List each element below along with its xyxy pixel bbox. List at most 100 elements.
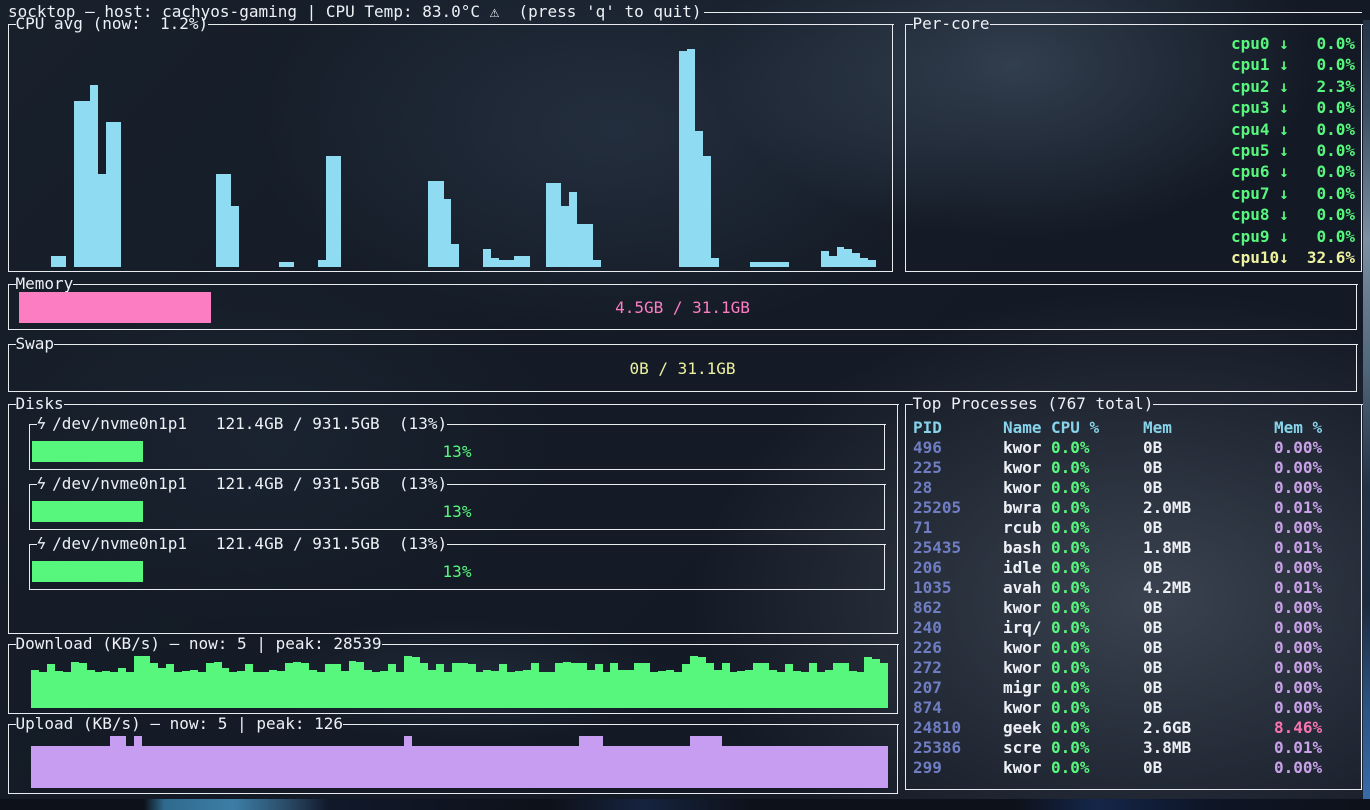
- bar: [428, 746, 436, 788]
- bar: [722, 663, 730, 708]
- bar: [285, 746, 293, 788]
- upload-panel: Upload (KB/s) — now: 5 | peak: 126: [8, 724, 898, 794]
- column-header: PID: [913, 418, 1003, 438]
- bar: [174, 746, 182, 788]
- process-row: 25386scre0.0%3.8MB0.01%: [913, 738, 1355, 758]
- swap-gauge: 0B / 31.1GB: [19, 352, 1346, 385]
- bar: [522, 256, 530, 267]
- process-cell: 0B: [1143, 698, 1274, 718]
- process-cell: 0.0%: [1051, 738, 1143, 758]
- disk-title: /dev/nvme0n1p1 121.4GB / 931.5GB (13%): [52, 414, 447, 434]
- bar: [658, 671, 666, 708]
- disk-percent-label: 13%: [30, 501, 884, 522]
- terminal-screen: socktop — host: cachyos-gaming | CPU Tem…: [0, 0, 1370, 810]
- bar: [785, 664, 793, 708]
- bar: [460, 663, 468, 708]
- bar: [412, 657, 420, 708]
- bar: [698, 736, 706, 788]
- bar: [825, 670, 833, 708]
- bar: [761, 663, 769, 708]
- process-cell: 0.01%: [1274, 498, 1355, 518]
- bar: [539, 672, 547, 708]
- core-row: cpu1 ↓0.0%: [911, 55, 1355, 74]
- bar: [87, 746, 95, 788]
- bar: [730, 672, 738, 708]
- bar: [279, 262, 287, 267]
- core-row: cpu2 ↓2.3%: [911, 77, 1355, 96]
- core-row: cpu7 ↓0.0%: [911, 184, 1355, 203]
- bar: [190, 670, 198, 708]
- process-cell: 28: [913, 478, 1003, 498]
- bar: [309, 670, 317, 708]
- bar: [650, 672, 658, 708]
- lightning-icon: ϟ: [37, 534, 53, 554]
- process-cell: 0.0%: [1051, 658, 1143, 678]
- core-label: cpu9 ↓: [1231, 227, 1297, 246]
- core-row: cpu8 ↓0.0%: [911, 205, 1355, 224]
- process-cell: kwor: [1003, 638, 1051, 658]
- bar: [102, 746, 110, 788]
- bar: [95, 672, 103, 708]
- bar: [793, 746, 801, 788]
- process-cell: 0.0%: [1051, 678, 1143, 698]
- bar: [507, 672, 515, 708]
- process-cell: 0.00%: [1274, 698, 1355, 718]
- bar: [372, 672, 380, 708]
- bar: [642, 746, 650, 788]
- bar: [690, 656, 698, 708]
- core-percent: 0.0%: [1297, 141, 1355, 160]
- bar: [857, 746, 865, 788]
- bar: [79, 746, 87, 788]
- bar: [253, 746, 261, 788]
- bar: [110, 672, 118, 708]
- bar: [539, 746, 547, 788]
- process-cell: 0.00%: [1274, 758, 1355, 778]
- bar: [134, 736, 142, 788]
- bar: [333, 746, 341, 788]
- bar: [261, 746, 269, 788]
- core-row: cpu4 ↓0.0%: [911, 120, 1355, 139]
- process-cell: kwor: [1003, 758, 1051, 778]
- bar: [666, 670, 674, 708]
- bar: [547, 672, 555, 708]
- bar: [714, 670, 722, 708]
- bar: [595, 736, 603, 788]
- bar: [753, 746, 761, 788]
- bar: [837, 247, 845, 267]
- process-cell: 24810: [913, 718, 1003, 738]
- bar: [237, 671, 245, 708]
- core-usage-sparkline: [911, 55, 1227, 74]
- core-usage-sparkline: [911, 248, 1227, 267]
- bar: [428, 670, 436, 708]
- bar: [714, 736, 722, 788]
- bar: [71, 662, 79, 708]
- bar: [476, 672, 484, 708]
- process-cell: 496: [913, 438, 1003, 458]
- bar: [229, 672, 237, 708]
- core-label: cpu3 ↓: [1231, 98, 1297, 117]
- memory-gauge: 4.5GB / 31.1GB: [19, 292, 1346, 323]
- disk-item: ϟ/dev/nvme0n1p1 121.4GB / 931.5GB (13%)1…: [29, 544, 885, 590]
- bar: [190, 746, 198, 788]
- bar: [777, 746, 785, 788]
- disk-percent-label: 13%: [30, 441, 884, 462]
- bar: [579, 663, 587, 708]
- process-cell: 0B: [1143, 758, 1274, 778]
- bar: [245, 664, 253, 708]
- process-cell: 272: [913, 658, 1003, 678]
- bar: [587, 670, 595, 708]
- bar: [587, 736, 595, 788]
- bar: [491, 258, 499, 267]
- process-row: 272kwor0.0%0B0.00%: [913, 658, 1355, 678]
- bar: [829, 256, 837, 267]
- per-core-panel: Per-core cpu0 ↓0.0%cpu1 ↓0.0%cpu2 ↓2.3%c…: [905, 24, 1362, 272]
- bar: [515, 671, 523, 708]
- bar: [491, 671, 499, 708]
- bar: [79, 663, 87, 708]
- bar: [872, 746, 880, 788]
- bar: [695, 131, 703, 267]
- process-cell: 0.0%: [1051, 498, 1143, 518]
- bar: [286, 262, 294, 267]
- process-cell: 1035: [913, 578, 1003, 598]
- bar: [253, 672, 261, 708]
